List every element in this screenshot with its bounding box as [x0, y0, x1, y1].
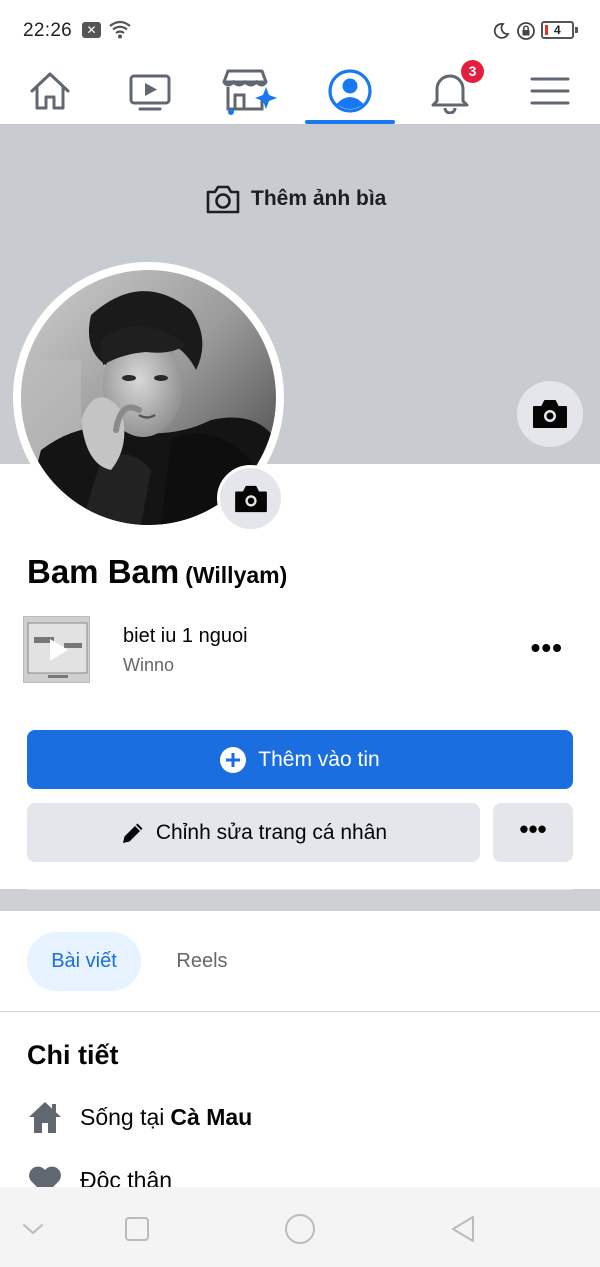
tabs-divider	[0, 1011, 600, 1012]
rotation-lock-icon	[517, 22, 535, 40]
hamburger-menu-icon	[530, 77, 570, 105]
profile-name-alternate: (Willyam)	[185, 562, 288, 588]
profile-icon	[328, 69, 372, 113]
pencil-icon	[122, 823, 143, 843]
nav-marketplace[interactable]	[205, 58, 295, 124]
music-title: biet iu 1 nguoi	[123, 625, 248, 647]
system-hide-button[interactable]	[13, 1209, 53, 1249]
tab-posts[interactable]: Bài viết	[27, 932, 141, 991]
music-more-options-button[interactable]: •••	[531, 634, 563, 662]
add-cover-photo-button[interactable]: Thêm ảnh bìa	[205, 183, 386, 215]
nav-home[interactable]	[5, 58, 95, 124]
moon-icon	[493, 23, 510, 39]
status-bar: 22:26 ✕ 4	[0, 0, 600, 58]
nav-menu[interactable]	[505, 58, 595, 124]
system-recents-button[interactable]	[117, 1209, 157, 1249]
tab-reels[interactable]: Reels	[160, 932, 244, 991]
notification-x-icon: ✕	[82, 22, 101, 38]
home-icon	[30, 72, 70, 110]
detail-lives-in: Sống tại Cà Mau	[27, 1100, 252, 1134]
chevron-down-icon	[23, 1224, 43, 1235]
profile-music[interactable]: biet iu 1 nguoi Winno •••	[23, 616, 577, 684]
nav-watch[interactable]	[105, 58, 195, 124]
add-to-story-button[interactable]: Thêm vào tin	[27, 730, 573, 789]
status-time: 22:26	[23, 20, 73, 41]
marketplace-store-icon	[222, 69, 277, 115]
system-nav-bar	[0, 1187, 600, 1267]
camera-icon	[234, 485, 267, 512]
circle-icon	[285, 1214, 315, 1244]
nav-profile[interactable]	[305, 58, 395, 124]
notification-badge: 3	[461, 60, 484, 83]
nav-notifications[interactable]: 3	[405, 58, 495, 124]
profile-name: Bam Bam (Willyam)	[27, 553, 287, 591]
camera-outline-icon	[206, 185, 240, 214]
lives-in-prefix: Sống tại	[80, 1103, 165, 1130]
music-artist: Winno	[123, 655, 175, 675]
system-back-button[interactable]	[443, 1209, 483, 1249]
section-separator	[0, 889, 600, 911]
edit-cover-camera-button[interactable]	[517, 381, 583, 447]
back-triangle-icon	[452, 1216, 474, 1242]
add-to-story-label: Thêm vào tin	[258, 747, 380, 771]
details-heading: Chi tiết	[27, 1040, 119, 1070]
system-home-button[interactable]	[280, 1209, 320, 1249]
lives-in-city: Cà Mau	[170, 1103, 253, 1130]
edit-avatar-camera-button[interactable]	[217, 465, 284, 532]
plus-circle-icon	[220, 746, 247, 773]
profile-more-button[interactable]: •••	[493, 803, 573, 862]
battery-icon: 4	[541, 21, 578, 39]
edit-profile-button[interactable]: Chỉnh sửa trang cá nhân	[27, 803, 480, 862]
square-icon	[125, 1217, 149, 1241]
top-nav: 3	[0, 58, 600, 124]
profile-name-main: Bam Bam	[27, 553, 180, 590]
camera-icon	[533, 400, 567, 428]
music-album-art[interactable]	[23, 616, 90, 683]
edit-profile-label: Chỉnh sửa trang cá nhân	[155, 820, 388, 844]
album-cover	[24, 617, 89, 682]
video-play-icon	[129, 74, 171, 111]
wifi-icon	[109, 20, 131, 39]
add-cover-label: Thêm ảnh bìa	[251, 187, 387, 210]
house-icon	[27, 1100, 63, 1134]
